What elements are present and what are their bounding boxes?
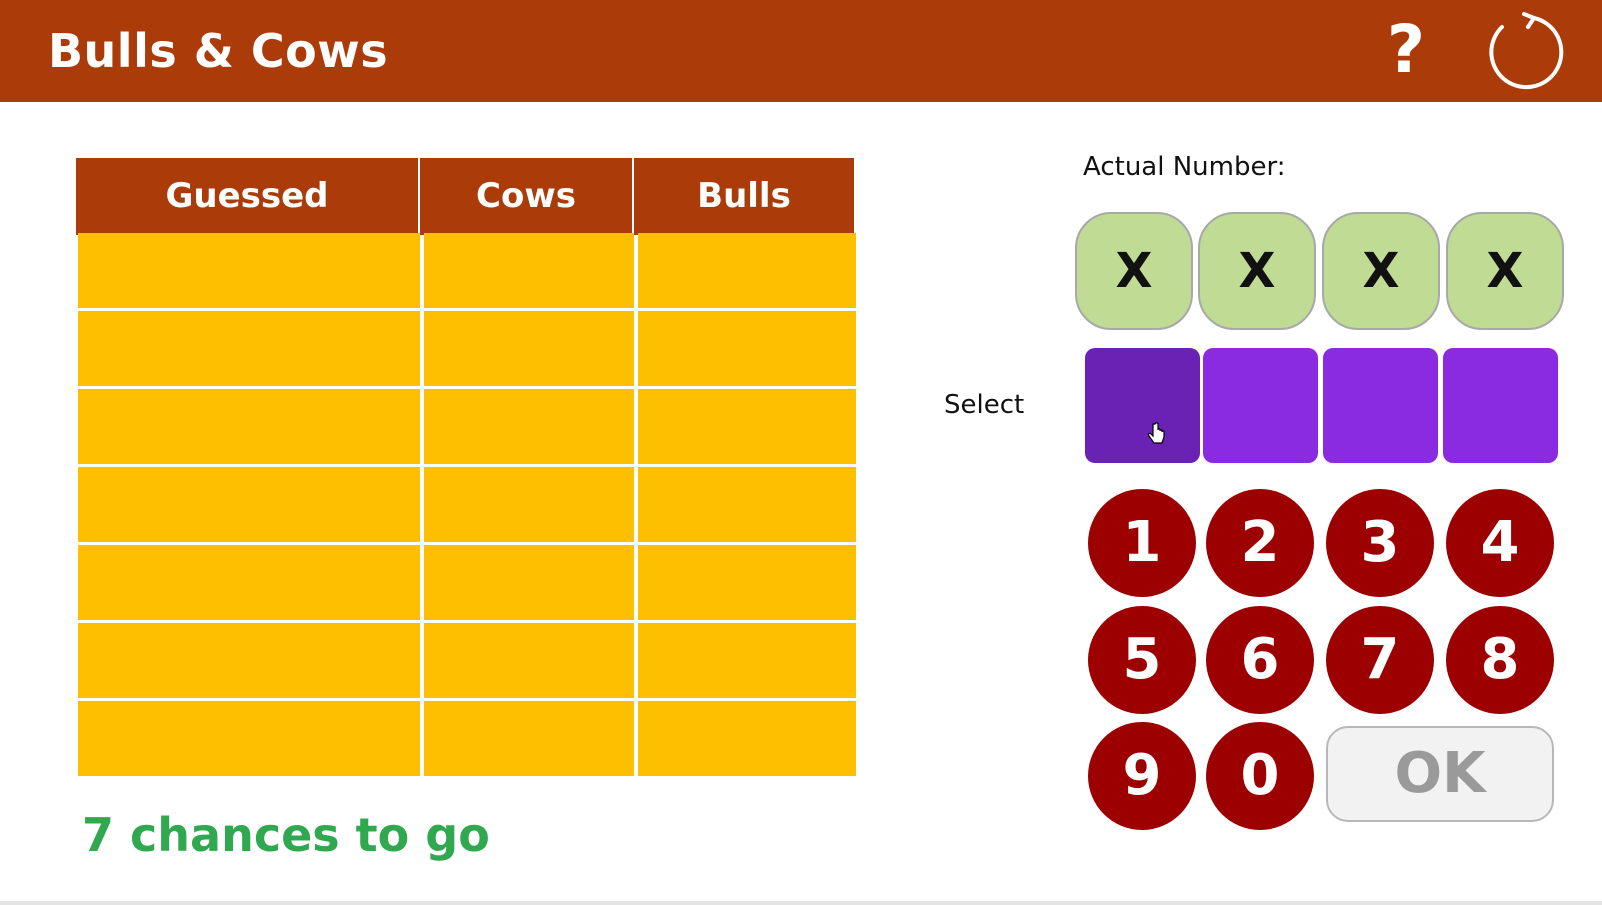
hand-cursor-icon [1147, 422, 1165, 444]
actual-digit-slot: X [1322, 212, 1440, 330]
table-row [78, 233, 876, 308]
cows-cell [424, 311, 634, 386]
app-title: Bulls & Cows [48, 24, 389, 78]
digit-button-3[interactable]: 3 [1326, 489, 1434, 597]
guess-slot-1[interactable] [1085, 348, 1200, 463]
bulls-cell [638, 701, 856, 776]
guessed-cell [78, 311, 420, 386]
table-header: Guessed Cows Bulls [76, 158, 874, 235]
column-header-guessed: Guessed [76, 158, 418, 235]
digit-button-0[interactable]: 0 [1206, 722, 1314, 830]
cows-cell [424, 545, 634, 620]
bulls-cell [638, 467, 856, 542]
digit-button-9[interactable]: 9 [1088, 722, 1196, 830]
digit-button-8[interactable]: 8 [1446, 606, 1554, 714]
guessed-cell [78, 233, 420, 308]
table-row [78, 623, 876, 698]
guess-slot-4[interactable] [1443, 348, 1558, 463]
help-button[interactable]: ? [1376, 14, 1436, 86]
cows-cell [424, 389, 634, 464]
table-row [78, 389, 876, 464]
guessed-cell [78, 623, 420, 698]
ok-button[interactable]: OK [1326, 726, 1554, 822]
digit-button-4[interactable]: 4 [1446, 489, 1554, 597]
bulls-cell [638, 311, 856, 386]
bulls-cell [638, 389, 856, 464]
bulls-cell [638, 545, 856, 620]
column-header-cows: Cows [420, 158, 632, 235]
bottom-divider [0, 901, 1602, 905]
bulls-cell [638, 623, 856, 698]
digit-button-5[interactable]: 5 [1088, 606, 1196, 714]
table-row [78, 467, 876, 542]
digit-button-7[interactable]: 7 [1326, 606, 1434, 714]
guessed-cell [78, 701, 420, 776]
cows-cell [424, 467, 634, 542]
column-header-bulls: Bulls [634, 158, 854, 235]
app-header: Bulls & Cows ? [0, 0, 1602, 102]
guess-slot-2[interactable] [1203, 348, 1318, 463]
digit-button-6[interactable]: 6 [1206, 606, 1314, 714]
digit-button-2[interactable]: 2 [1206, 489, 1314, 597]
guess-slot-3[interactable] [1323, 348, 1438, 463]
guessed-cell [78, 545, 420, 620]
actual-number-label: Actual Number: [1083, 152, 1286, 182]
cows-cell [424, 233, 634, 308]
guessed-cell [78, 389, 420, 464]
restart-button[interactable] [1480, 10, 1564, 94]
guessed-cell [78, 467, 420, 542]
actual-digit-slot: X [1075, 212, 1193, 330]
table-row [78, 311, 876, 386]
digit-button-1[interactable]: 1 [1088, 489, 1196, 597]
cows-cell [424, 623, 634, 698]
table-row [78, 545, 876, 620]
actual-digit-slot: X [1198, 212, 1316, 330]
select-label: Select [944, 390, 1025, 420]
restart-icon [1489, 12, 1564, 90]
bulls-and-cows-app: Bulls & Cows ? Guessed Cows Bulls 7 chan… [0, 0, 1602, 905]
chances-remaining: 7 chances to go [82, 808, 490, 862]
actual-digit-slot: X [1446, 212, 1564, 330]
cows-cell [424, 701, 634, 776]
table-row [78, 701, 876, 776]
bulls-cell [638, 233, 856, 308]
